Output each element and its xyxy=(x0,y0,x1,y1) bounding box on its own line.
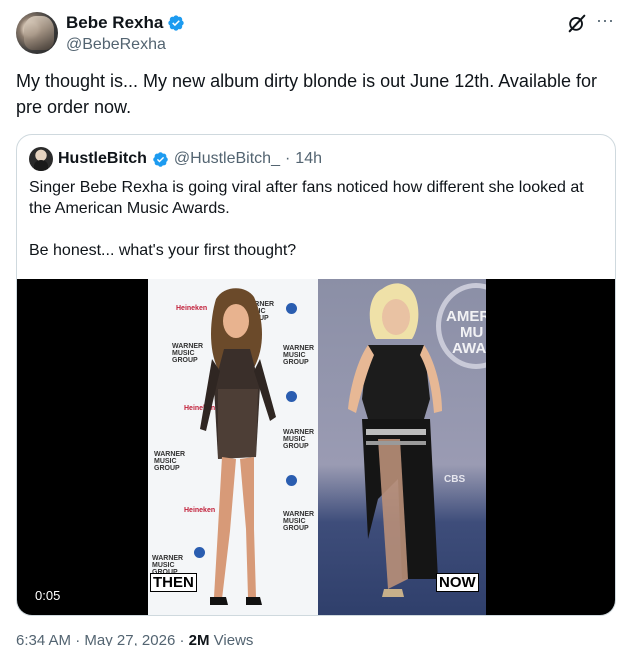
quoted-avatar[interactable] xyxy=(29,147,53,171)
quoted-handle[interactable]: @HustleBitch_ xyxy=(174,150,280,168)
author-avatar[interactable] xyxy=(16,12,58,54)
ama-logo-text: MU xyxy=(460,324,484,341)
then-photo: Heineken WARNER MUSIC GROUP WARNER MUSIC… xyxy=(148,279,318,615)
quoted-header: HustleBitch @HustleBitch_ · 14h xyxy=(29,147,322,171)
tweet-text: My thought is... My new album dirty blon… xyxy=(16,71,597,117)
quoted-display-name[interactable]: HustleBitch xyxy=(58,150,147,168)
quoted-video[interactable]: Heineken WARNER MUSIC GROUP WARNER MUSIC… xyxy=(17,279,615,615)
quoted-text: Singer Bebe Rexha is going viral after f… xyxy=(29,177,605,261)
now-label: NOW xyxy=(436,573,479,592)
now-photo: AMER MU AWA CBS NOW xyxy=(318,279,486,615)
more-options-icon[interactable]: ··· xyxy=(594,11,616,34)
author-display-name[interactable]: Bebe Rexha xyxy=(66,12,163,34)
then-figure-illustration xyxy=(200,288,276,605)
now-figure-illustration xyxy=(348,283,442,597)
quoted-text-line1: Singer Bebe Rexha is going viral after f… xyxy=(29,179,584,217)
quoted-tweet[interactable]: HustleBitch @HustleBitch_ · 14h Singer B… xyxy=(16,134,616,616)
tweet-meta: 6:34 AM · May 27, 2026 · 2M Views xyxy=(16,632,253,646)
post-time[interactable]: 6:34 AM xyxy=(16,632,71,646)
meta-separator: · xyxy=(179,632,185,646)
quoted-verified-badge-icon xyxy=(153,151,168,167)
post-date[interactable]: May 27, 2026 xyxy=(84,632,175,646)
verified-badge-icon[interactable] xyxy=(167,14,185,32)
quoted-text-line2: Be honest... what's your first thought? xyxy=(29,242,297,259)
then-label: THEN xyxy=(150,573,197,592)
views-count: 2M xyxy=(188,632,210,646)
quoted-separator: · xyxy=(284,150,291,167)
tweet-header: Bebe Rexha @BebeRexha ··· xyxy=(16,11,618,56)
meta-separator: · xyxy=(75,632,81,646)
grok-icon[interactable] xyxy=(566,12,588,34)
quoted-time[interactable]: 14h xyxy=(295,150,322,168)
author-handle[interactable]: @BebeRexha xyxy=(66,34,166,56)
video-duration: 0:05 xyxy=(29,586,67,605)
views-label: Views xyxy=(213,632,254,646)
author-name-row: Bebe Rexha xyxy=(66,12,185,34)
